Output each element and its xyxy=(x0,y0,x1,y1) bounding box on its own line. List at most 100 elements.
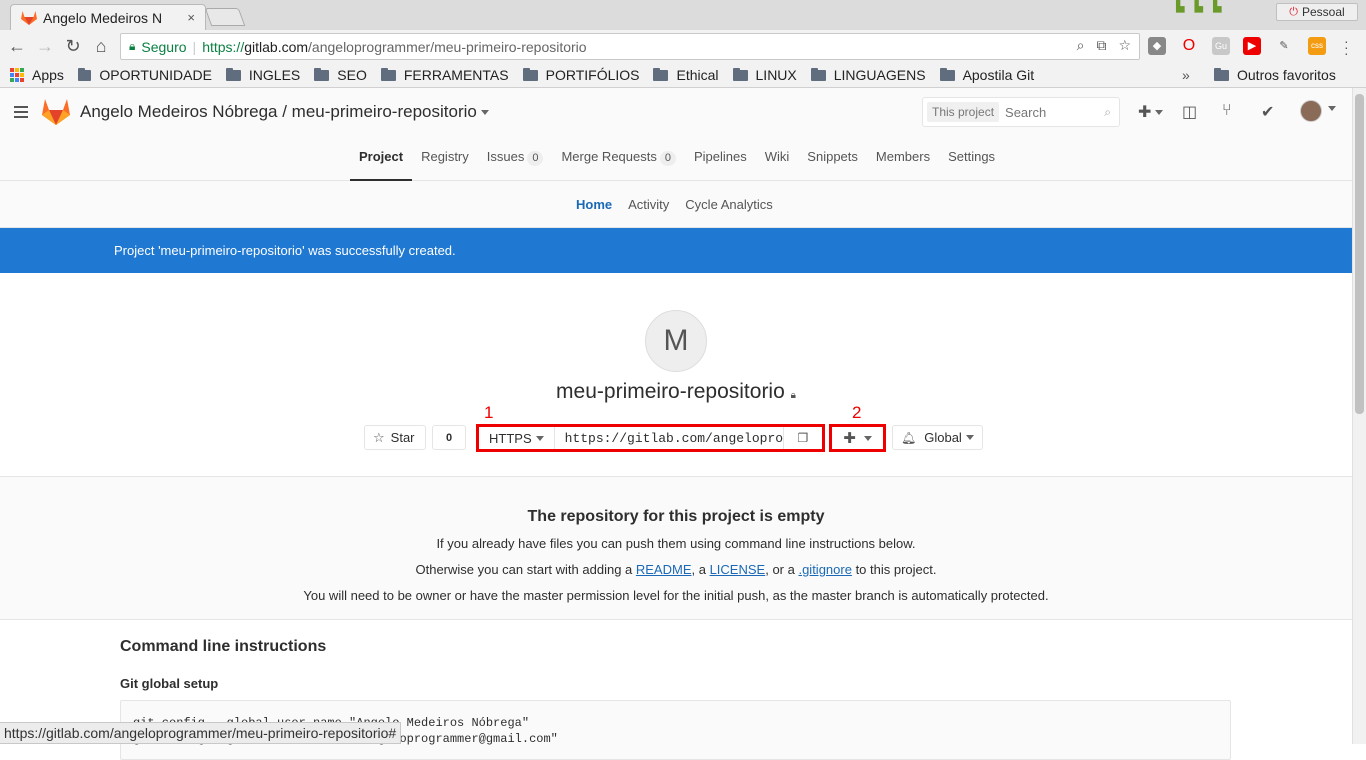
notification-label: Global xyxy=(924,430,962,445)
bookmark-label: PORTIFÓLIOS xyxy=(545,67,640,83)
readme-link[interactable]: README xyxy=(636,562,692,577)
tab-merge-requests[interactable]: Merge Requests 0 xyxy=(552,136,685,181)
project-avatar: M xyxy=(645,310,707,372)
page-scrollbar[interactable] xyxy=(1352,88,1366,744)
bookmark-folder[interactable]: Ethical xyxy=(653,67,719,83)
eyedropper-icon[interactable]: ✎ xyxy=(1275,37,1293,55)
tab-members[interactable]: Members xyxy=(867,136,939,181)
tab-title: Angelo Medeiros N xyxy=(43,9,163,26)
empty-repo-line-2: Otherwise you can start with adding a RE… xyxy=(0,561,1352,578)
bookmark-folder[interactable]: PORTIFÓLIOS xyxy=(522,67,640,83)
search-scope-badge: This project xyxy=(927,102,1000,122)
tab-snippets[interactable]: Snippets xyxy=(798,136,867,181)
search-icon: ⌕ xyxy=(1104,105,1111,119)
search-field[interactable]: This project Search ⌕ xyxy=(922,97,1120,127)
hamburger-menu-icon[interactable] xyxy=(14,106,28,121)
close-tab-icon[interactable]: × xyxy=(187,10,195,25)
user-avatar[interactable] xyxy=(1300,100,1322,122)
issues-count-badge: 0 xyxy=(527,151,544,166)
bookmark-folder[interactable]: LINGUAGENS xyxy=(810,67,926,83)
omnibox-divider: | xyxy=(192,38,197,55)
cli-instructions-title: Command line instructions xyxy=(120,638,327,655)
menu-icon[interactable]: · · · xyxy=(1344,34,1349,60)
star-button[interactable]: ☆ Star xyxy=(364,425,426,450)
check-circle-icon[interactable]: ✔ xyxy=(1261,102,1274,122)
subtab-activity[interactable]: Activity xyxy=(620,181,677,228)
browser-tab[interactable]: Angelo Medeiros N × xyxy=(10,4,206,30)
zoom-icon[interactable]: ⌕ xyxy=(1077,37,1085,54)
translate-icon[interactable]: ⧉ xyxy=(1096,37,1106,54)
clone-url-input[interactable]: https://gitlab.com/angeloprogrammer/meu-… xyxy=(555,431,783,446)
bookmark-label: OPORTUNIDADE xyxy=(99,67,212,83)
annotation-marker-2: 2 xyxy=(852,403,862,422)
reload-icon[interactable]: ↻ xyxy=(62,36,84,56)
empty-repo-line-1: If you already have files you can push t… xyxy=(436,536,916,551)
extension-icon[interactable]: ◆ xyxy=(1148,37,1166,55)
chevron-down-icon xyxy=(535,435,544,441)
gitignore-link[interactable]: .gitignore xyxy=(798,562,851,577)
project-breadcrumb[interactable]: Angelo Medeiros Nóbrega / meu-primeiro-r… xyxy=(80,102,489,122)
folder-icon xyxy=(939,67,955,81)
bookmark-folder[interactable]: Apostila Git xyxy=(939,67,1034,83)
scrollbar-thumb[interactable] xyxy=(1355,94,1364,414)
tab-settings[interactable]: Settings xyxy=(939,136,1004,181)
todo-icon[interactable]: ◫ xyxy=(1182,102,1197,122)
text: , or a xyxy=(765,562,799,577)
back-arrow-icon[interactable]: ← xyxy=(6,36,28,56)
url-protocol: https:// xyxy=(202,38,245,55)
address-bar[interactable]: 🔒︎ Seguro | https://gitlab.com/angelopro… xyxy=(120,33,1140,60)
annotation-marker-1: 1 xyxy=(484,403,494,422)
tab-project[interactable]: Project xyxy=(350,136,413,181)
gitlab-favicon-icon xyxy=(21,10,37,25)
copy-clipboard-icon[interactable]: ❐ xyxy=(782,427,822,449)
forward-arrow-icon[interactable]: → xyxy=(34,36,56,56)
clone-protocol-dropdown[interactable]: HTTPS xyxy=(479,427,555,449)
subtab-home[interactable]: Home xyxy=(568,181,620,228)
bookmark-folder[interactable]: INGLES xyxy=(225,67,300,83)
bookmark-apps[interactable]: Apps xyxy=(10,67,64,83)
subtab-cycle-analytics[interactable]: Cycle Analytics xyxy=(677,181,780,228)
cart-icon: ▙ xyxy=(1212,1,1222,13)
tab-registry[interactable]: Registry xyxy=(412,136,478,181)
tab-issues[interactable]: Issues 0 xyxy=(478,136,553,181)
star-icon: ☆ xyxy=(373,429,385,445)
tab-label: Issues xyxy=(486,149,525,164)
gitlab-logo-icon[interactable] xyxy=(42,99,70,125)
star-count[interactable]: 0 xyxy=(432,425,466,450)
youtube-icon[interactable]: ▶ xyxy=(1243,37,1261,55)
other-bookmarks-label: Outros favoritos xyxy=(1237,67,1336,83)
merge-requests-count-badge: 0 xyxy=(659,151,676,166)
security-label: Seguro xyxy=(141,38,187,55)
folder-icon xyxy=(653,67,669,81)
css-extension-icon[interactable]: css xyxy=(1308,37,1326,55)
bookmark-star-icon[interactable]: ☆ xyxy=(1118,37,1131,54)
flash-notice: Project 'meu-primeiro-repositorio' was s… xyxy=(0,228,1352,273)
text: to this project. xyxy=(851,562,937,577)
home-icon[interactable]: ⌂ xyxy=(90,36,112,56)
bookmark-folder[interactable]: LINUX xyxy=(732,67,797,83)
gu-extension-icon[interactable]: Gu xyxy=(1212,37,1230,55)
bookmark-folder[interactable]: SEO xyxy=(314,67,367,83)
other-bookmarks[interactable]: Outros favoritos xyxy=(1214,67,1336,83)
new-tab-button[interactable] xyxy=(204,8,246,26)
folder-icon xyxy=(380,67,396,81)
notification-dropdown-button[interactable]: 🔔︎ Global xyxy=(892,425,983,450)
profile-button[interactable]: ⏻ Pessoal xyxy=(1276,3,1358,21)
add-file-dropdown-button[interactable]: ✚ xyxy=(829,424,886,452)
new-dropdown-button[interactable]: ✚ xyxy=(1138,102,1164,122)
text: , a xyxy=(691,562,710,577)
bookmark-label: SEO xyxy=(337,67,367,83)
chevron-down-icon xyxy=(965,435,974,440)
tab-wiki[interactable]: Wiki xyxy=(756,136,799,181)
bookmark-folder[interactable]: FERRAMENTAS xyxy=(380,67,509,83)
avatar-chevron-down-icon[interactable] xyxy=(1324,100,1336,118)
merge-request-icon[interactable]: ⑂ xyxy=(1222,102,1232,120)
opera-icon[interactable]: O xyxy=(1180,37,1198,55)
bookmark-folder[interactable]: OPORTUNIDADE xyxy=(77,67,212,83)
bookmark-label: LINGUAGENS xyxy=(833,67,926,83)
folder-icon xyxy=(225,67,241,81)
tab-pipelines[interactable]: Pipelines xyxy=(685,136,756,181)
license-link[interactable]: LICENSE xyxy=(710,562,766,577)
bookmarks-overflow-button[interactable]: » xyxy=(1182,67,1190,83)
chevron-down-icon xyxy=(863,435,872,441)
